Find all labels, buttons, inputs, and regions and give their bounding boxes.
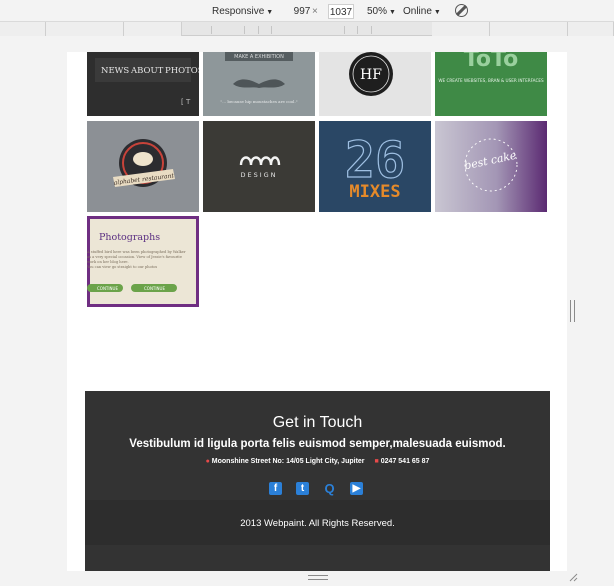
- tile-nav-trunc: [ T: [181, 98, 191, 106]
- tile-design-word: DESIGN: [240, 171, 277, 179]
- tile-artwork: ToTo WE CREATE WEBSITES, BRAN & USER INT…: [435, 52, 547, 116]
- media-query-ruler: [0, 22, 614, 36]
- footer-contact: ● Moonshine Street No: 14/05 Light City, …: [85, 458, 550, 465]
- portfolio-tile-best-cake[interactable]: best cake: [435, 121, 547, 212]
- tile-artwork: NEWS ABOUT PHOTOS [ T: [87, 52, 199, 116]
- tile-green-brand: ToTo: [464, 52, 518, 72]
- tile-banner-text: MAKE A EXHIBITION: [234, 54, 284, 60]
- portfolio-tile-restaurant-badge[interactable]: alphabet restaurant: [87, 121, 199, 212]
- tile-mixes-number: 26: [345, 131, 405, 189]
- tile-mustache-text: "... because hip moustaches are cool.": [220, 99, 297, 104]
- device-select[interactable]: Responsive ▼: [212, 5, 273, 18]
- zoom-label: 50%: [367, 6, 388, 17]
- ruler-tick: [258, 26, 259, 34]
- ruler-segment[interactable]: [0, 22, 46, 36]
- footer-phone: 0247 541 65 87: [380, 458, 430, 465]
- tile-btn-left: CONTINUE: [97, 286, 118, 291]
- tile-artwork: Photographs A stuffed bird here was been…: [87, 216, 199, 307]
- footer-address: Moonshine Street No: 14/05 Light City, J…: [211, 458, 365, 465]
- viewport-width-resize-handle[interactable]: [570, 300, 575, 322]
- tile-photographs-title: Photographs: [99, 232, 160, 243]
- rotate-icon[interactable]: [455, 4, 468, 17]
- map-pin-icon: ●: [205, 458, 210, 465]
- device-label: Responsive: [212, 6, 265, 17]
- tile-hf-logo-text: HF: [360, 67, 382, 83]
- tile-photographs-small: You can view go straight to our photos: [87, 265, 158, 269]
- devtools-device-toolbar: Responsive ▼ 997 × 1037 50% ▼ Online ▼: [0, 0, 614, 22]
- footer-title: Get in Touch: [272, 414, 363, 431]
- facebook-icon[interactable]: f: [269, 482, 282, 495]
- ruler-segment[interactable]: [432, 22, 490, 36]
- portfolio-tile-26-mixes[interactable]: 26 MIXES: [319, 121, 431, 212]
- network-throttle-select[interactable]: Online ▼: [403, 5, 441, 18]
- ruler-tick: [211, 26, 212, 34]
- zoom-select[interactable]: 50% ▼: [367, 5, 396, 18]
- footer-copyright: 2013 Webpaint. All Rights Reserved.: [240, 518, 395, 529]
- social-links: f t Q ▶: [269, 482, 369, 496]
- device-viewport: NEWS ABOUT PHOTOS [ T MAKE A EXHIBITION …: [67, 52, 567, 571]
- portfolio-tile-hf-logo[interactable]: HF: [319, 52, 431, 116]
- ruler-segment[interactable]: [46, 22, 124, 36]
- tile-mixes-word: MIXES: [349, 182, 400, 202]
- ruler-segment[interactable]: [124, 22, 182, 36]
- tile-artwork: MAKE A EXHIBITION "... because hip moust…: [203, 52, 315, 116]
- quora-icon[interactable]: Q: [323, 482, 336, 495]
- youtube-icon[interactable]: ▶: [350, 482, 363, 495]
- dimension-separator: ×: [312, 6, 318, 17]
- portfolio-tile-navigation[interactable]: NEWS ABOUT PHOTOS [ T: [87, 52, 199, 116]
- site-footer: Get in Touch Vestibulum id ligula porta …: [85, 391, 550, 571]
- ruler-tick: [371, 26, 372, 34]
- ruler-tick: [344, 26, 345, 34]
- chevron-down-icon: ▼: [433, 9, 441, 16]
- ruler-tick: [357, 26, 358, 34]
- ruler-segment[interactable]: [568, 22, 614, 36]
- tile-artwork: best cake: [435, 121, 547, 212]
- twitter-icon[interactable]: t: [296, 482, 309, 495]
- tile-photographs-body: A stuffed bird here was been photographe…: [87, 250, 186, 264]
- height-input[interactable]: 1037: [328, 4, 354, 19]
- tile-nav-news: NEWS: [101, 66, 129, 76]
- tile-artwork: DESIGN: [203, 121, 315, 212]
- viewport-height-resize-handle[interactable]: [308, 575, 328, 580]
- ruler-tick: [244, 26, 245, 34]
- chevron-down-icon: ▼: [266, 9, 274, 16]
- network-label: Online: [403, 6, 432, 17]
- portfolio-tile-mustache[interactable]: MAKE A EXHIBITION "... because hip moust…: [203, 52, 315, 116]
- portfolio-tile-design[interactable]: DESIGN: [203, 121, 315, 212]
- tile-nav-about: ABOUT: [130, 66, 164, 76]
- ruler-tick: [271, 26, 272, 34]
- tile-btn-right: CONTINUE: [144, 286, 165, 291]
- portfolio-tile-green-agency[interactable]: ToTo WE CREATE WEBSITES, BRAN & USER INT…: [435, 52, 547, 116]
- chevron-down-icon: ▼: [389, 9, 396, 16]
- tile-nav-photos: PHOTOS: [165, 66, 199, 76]
- tile-artwork: alphabet restaurant: [87, 121, 199, 212]
- tile-artwork: HF: [319, 52, 431, 116]
- phone-icon: ■: [374, 458, 379, 465]
- footer-subtitle: Vestibulum id ligula porta felis euismod…: [129, 438, 506, 450]
- viewport-corner-resize-icon[interactable]: [569, 573, 578, 582]
- portfolio-tile-photographs[interactable]: Photographs A stuffed bird here was been…: [87, 216, 199, 307]
- tile-green-text: WE CREATE WEBSITES, BRAN & USER INTERFAC…: [438, 78, 544, 83]
- tile-artwork: 26 MIXES: [319, 121, 431, 212]
- ruler-segment[interactable]: [490, 22, 568, 36]
